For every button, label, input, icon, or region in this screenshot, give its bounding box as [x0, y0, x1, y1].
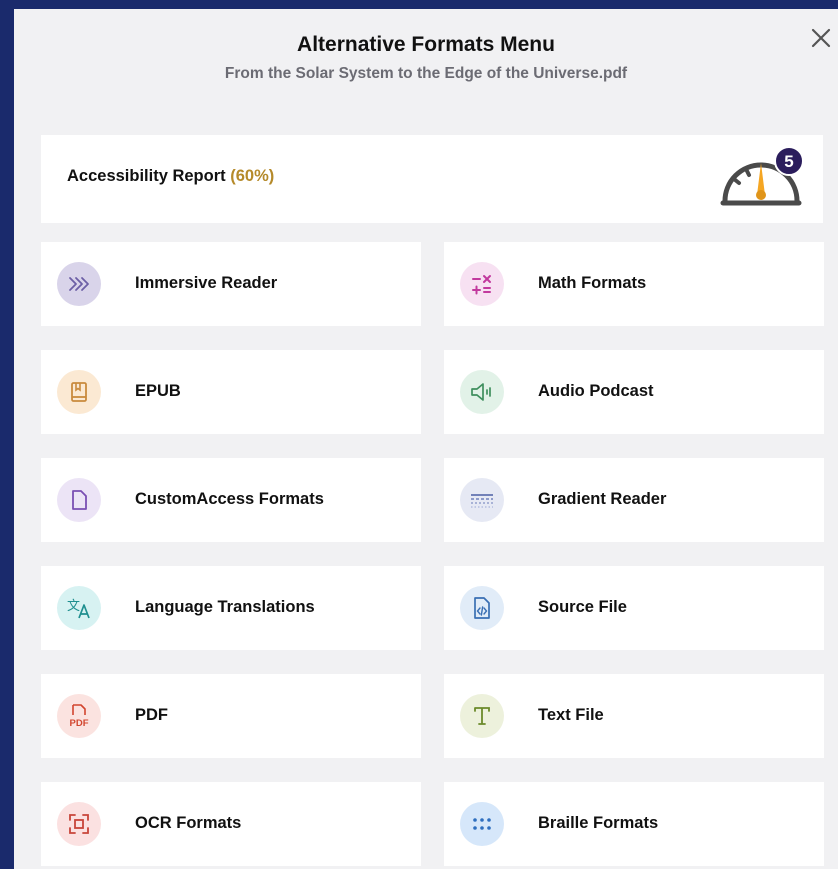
- format-label: EPUB: [135, 382, 181, 400]
- icon-circle: [460, 478, 504, 522]
- code-file-icon: [474, 597, 490, 619]
- accessibility-report-label: Accessibility Report: [67, 167, 226, 185]
- format-label: Audio Podcast: [538, 382, 654, 400]
- dialog-title: Alternative Formats Menu: [297, 33, 555, 56]
- scan-icon: [69, 814, 89, 834]
- icon-circle: [57, 478, 101, 522]
- svg-text:PDF: PDF: [70, 718, 89, 729]
- format-label: Immersive Reader: [135, 274, 278, 292]
- format-epub[interactable]: EPUB: [41, 350, 421, 434]
- format-label: Braille Formats: [538, 814, 659, 832]
- format-math-formats[interactable]: Math Formats: [444, 242, 824, 326]
- chevrons-right-icon: [69, 277, 89, 291]
- format-label: Math Formats: [538, 274, 647, 292]
- format-label: Source File: [538, 598, 627, 616]
- document-icon: [72, 490, 87, 510]
- accessibility-report-card[interactable]: Accessibility Report (60%) 5: [41, 135, 823, 223]
- speaker-icon: [471, 383, 491, 401]
- format-audio-podcast[interactable]: Audio Podcast: [444, 350, 824, 434]
- icon-circle: [57, 370, 101, 414]
- accessibility-report-text: Accessibility Report (60%): [67, 167, 274, 186]
- close-button[interactable]: [808, 25, 834, 51]
- translate-icon: 文: [67, 599, 90, 619]
- icon-circle: [460, 370, 504, 414]
- format-customaccess-formats[interactable]: CustomAccess Formats: [41, 458, 421, 542]
- text-t-icon: [474, 707, 490, 725]
- format-label: Gradient Reader: [538, 490, 667, 508]
- format-text-file[interactable]: Text File: [444, 674, 824, 758]
- format-label: CustomAccess Formats: [135, 490, 324, 508]
- format-label: OCR Formats: [135, 814, 242, 832]
- svg-text:文: 文: [67, 599, 80, 614]
- format-pdf[interactable]: PDF PDF: [41, 674, 421, 758]
- format-immersive-reader[interactable]: Immersive Reader: [41, 242, 421, 326]
- format-label: Text File: [538, 706, 604, 724]
- format-gradient-reader[interactable]: Gradient Reader: [444, 458, 824, 542]
- icon-circle: [57, 262, 101, 306]
- math-operators-icon: [472, 275, 491, 295]
- format-label: PDF: [135, 706, 168, 724]
- icon-circle: [460, 586, 504, 630]
- format-ocr-formats[interactable]: OCR Formats: [41, 782, 421, 866]
- icon-circle: [57, 802, 101, 846]
- icon-circle: 文: [57, 586, 101, 630]
- format-source-file[interactable]: Source File: [444, 566, 824, 650]
- badge-count: 5: [784, 152, 793, 171]
- alternative-formats-dialog: Alternative Formats Menu From the Solar …: [14, 9, 838, 869]
- icon-circle: [460, 262, 504, 306]
- format-braille-formats[interactable]: Braille Formats: [444, 782, 824, 866]
- close-icon: [811, 28, 831, 48]
- icon-circle: [460, 694, 504, 738]
- accessibility-gauge-icon: 5: [720, 146, 804, 206]
- braille-dots-icon: [473, 818, 491, 830]
- book-icon: [71, 382, 87, 402]
- gradient-lines-icon: [471, 494, 493, 508]
- document-filename: From the Solar System to the Edge of the…: [224, 65, 628, 82]
- accessibility-score: (60%): [230, 167, 275, 185]
- icon-circle: [460, 802, 504, 846]
- pdf-icon: PDF: [70, 704, 89, 729]
- icon-circle: PDF: [57, 694, 101, 738]
- format-label: Language Translations: [135, 598, 315, 616]
- format-language-translations[interactable]: 文 Language Translations: [41, 566, 421, 650]
